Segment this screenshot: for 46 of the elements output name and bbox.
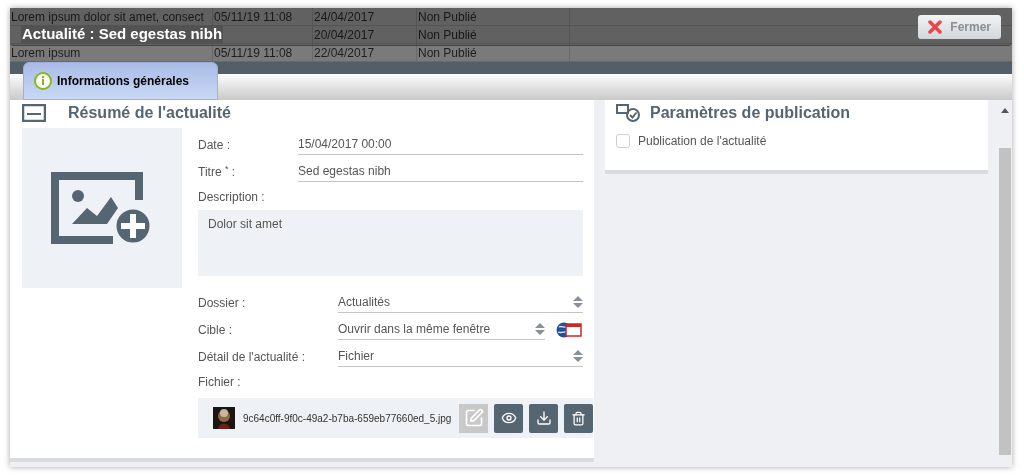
download-icon	[535, 410, 552, 426]
close-icon	[928, 20, 943, 34]
select-field[interactable]: Actualités	[338, 293, 583, 313]
field-label: Détail de l'actualité :	[198, 349, 306, 366]
delete-button[interactable]	[564, 403, 593, 433]
edit-icon	[463, 408, 484, 428]
scroll-up-icon[interactable]	[1001, 108, 1009, 113]
section-heading: Résumé de l'actualité	[68, 103, 231, 123]
text-field[interactable]: 15/04/2017 00:00	[298, 135, 583, 155]
field-label: Dossier :	[198, 295, 247, 312]
table-cell: 20/04/2017	[313, 25, 417, 44]
scrollbar[interactable]	[998, 100, 1012, 467]
field-label: Cible :	[198, 322, 233, 339]
table-cell: 22/04/2017	[313, 43, 417, 62]
info-icon	[34, 72, 52, 90]
download-button[interactable]	[529, 403, 558, 433]
tab[interactable]: Informations générales	[23, 62, 218, 100]
eye-icon	[500, 410, 517, 426]
add-image-icon	[51, 172, 153, 244]
sort-arrows-icon	[573, 296, 583, 308]
field-label: Description :	[198, 189, 266, 206]
table-cell: Non Publié	[417, 43, 570, 62]
news-icon	[22, 104, 46, 122]
table-cell: Non Publié	[417, 8, 570, 26]
select-field[interactable]: Ouvrir dans la même fenêtre	[338, 320, 545, 340]
table-cell: Non Publié	[417, 25, 570, 44]
checkbox[interactable]	[616, 134, 630, 148]
image-placeholder[interactable]	[22, 128, 182, 288]
dialog-title: Actualité : Sed egestas nibh	[21, 25, 224, 43]
checklist-icon	[616, 104, 640, 122]
table-cell: 24/04/2017	[313, 8, 417, 26]
checkbox-label: Publication de l'actualité	[638, 133, 767, 150]
sort-arrows-icon	[535, 323, 545, 335]
sort-arrows-icon	[573, 350, 583, 362]
select-field[interactable]: Fichier	[338, 347, 583, 367]
field-label: Titre $^{*}$ :	[198, 163, 237, 181]
scrollbar-thumb[interactable]	[999, 148, 1011, 455]
section-heading: Paramètres de publication	[650, 103, 851, 123]
globe-window-icon[interactable]	[556, 321, 582, 339]
text-field[interactable]: Sed egestas nibh	[298, 162, 583, 182]
field-label: Fichier :	[198, 374, 242, 391]
file-name: 9c64c0ff-9f0c-49a2-b7ba-659eb77660ed_5.jpg	[243, 411, 453, 426]
preview-button[interactable]	[494, 403, 523, 433]
trash-icon	[571, 410, 586, 426]
field-label: Date :	[198, 137, 231, 154]
description-field[interactable]: Dolor sit amet	[198, 210, 583, 276]
